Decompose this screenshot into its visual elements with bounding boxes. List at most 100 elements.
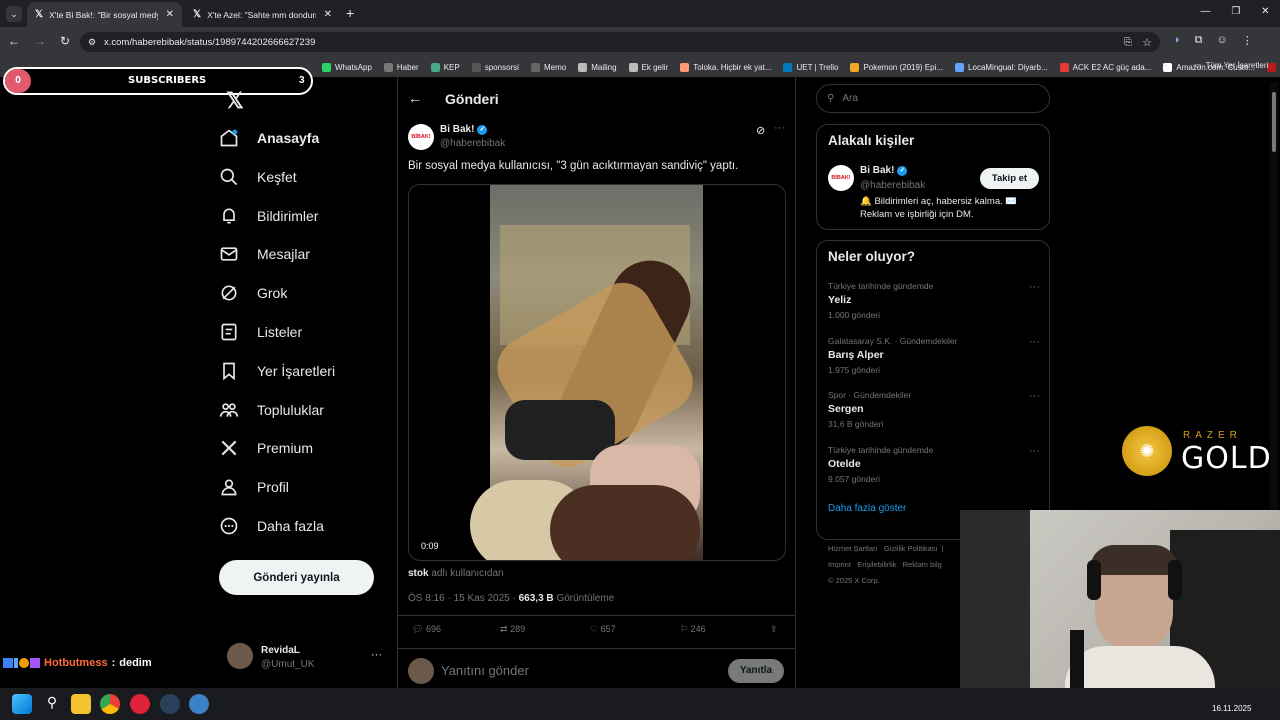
nav-item-grok[interactable]: Grok <box>219 283 287 303</box>
footer-link[interactable]: Imprint <box>828 560 851 569</box>
bookmark-item[interactable]: Toloka. Hiçbir ek yat... <box>680 62 771 72</box>
nav-item-list[interactable]: Listeler <box>219 322 302 342</box>
trend-item[interactable]: Türkiye tarihinde gündemde Otelde 9.057 gö… <box>828 445 1040 484</box>
close-tab-icon[interactable]: ✕ <box>316 9 332 20</box>
nav-item-search[interactable]: Keşfet <box>219 167 297 187</box>
post-more-icon[interactable]: ··· <box>774 122 785 134</box>
site-info-icon[interactable]: ⚙ <box>88 37 96 48</box>
account-more-icon[interactable]: ··· <box>371 649 382 661</box>
bookmark-item[interactable]: Kılavuzlar | Anadolu... <box>1267 62 1280 72</box>
maximize-icon[interactable]: ❐ <box>1231 6 1240 17</box>
menu-dots-icon[interactable]: ⋮ <box>1242 34 1253 47</box>
nav-item-user[interactable]: Profil <box>219 477 289 497</box>
author-name[interactable]: Bi Bak! ✓ <box>440 124 488 135</box>
follow-button[interactable]: Takip et <box>980 168 1039 189</box>
browser-tab-active[interactable]: 𝕏 X'te Bi Bak!: "Bir sosyal medya k ✕ <box>27 2 182 27</box>
author-handle[interactable]: @haberebibak <box>440 138 505 149</box>
author-avatar[interactable]: BİBAK! <box>408 124 434 150</box>
scrollbar-thumb[interactable] <box>1272 92 1276 152</box>
nav-label: Grok <box>257 285 288 302</box>
back-icon[interactable]: ← <box>8 34 20 48</box>
opera-icon[interactable] <box>130 694 150 714</box>
browser-tab[interactable]: 𝕏 X'te Azel: "Sahte mm dondurm ✕ <box>185 2 340 27</box>
nav-item-people[interactable]: Topluluklar <box>219 400 324 420</box>
bookmark-item[interactable]: Haber <box>383 62 419 72</box>
bookmark-item[interactable]: Memo <box>530 62 566 72</box>
bookmark-item[interactable]: LocaMingual: Diyarb... <box>955 62 1048 72</box>
footer-link[interactable]: Gizlilik Politikası <box>884 544 938 553</box>
back-arrow-icon[interactable]: ← <box>408 90 422 106</box>
x-logo-icon[interactable]: 𝕏 <box>226 88 244 114</box>
reply-action[interactable]: 💬︎ 696 <box>412 624 441 635</box>
extension-icon[interactable]: ◗ <box>1174 34 1181 47</box>
footer-link[interactable]: Erişilebilirlik <box>857 560 896 569</box>
chat-separator: : <box>111 657 116 669</box>
razer-gold-logo: ✺ <box>1122 426 1172 476</box>
puzzle-icon[interactable]: ⧉ <box>1195 34 1203 47</box>
new-tab-button[interactable]: + <box>346 5 354 21</box>
view-count: 663,3 B <box>518 593 554 604</box>
bookmarks-more[interactable]: » <box>1162 60 1168 71</box>
bookmark-item[interactable]: sponsorsi <box>471 62 519 72</box>
show-more-link[interactable]: Daha fazla göster <box>828 503 906 514</box>
reload-icon[interactable]: ↻ <box>60 34 70 48</box>
bookmark-favicon-icon <box>471 62 481 72</box>
bookmark-action[interactable]: ⚐ 246 <box>680 624 706 635</box>
nav-item-bell[interactable]: Bildirimler <box>219 206 318 226</box>
credit-user[interactable]: stok <box>408 568 429 579</box>
profile-avatar-icon[interactable]: ☺ <box>1217 34 1228 47</box>
trend-more-icon[interactable]: ··· <box>1029 336 1040 348</box>
bookmark-item[interactable]: Ek gelir <box>628 62 668 72</box>
trend-item[interactable]: Spor · Gündemdekiler Sergen 31,6 B gönderi… <box>828 390 1040 429</box>
close-window-icon[interactable]: ✕ <box>1261 6 1269 17</box>
install-app-icon[interactable]: ⎘ <box>1124 37 1132 48</box>
bookmark-item[interactable]: KEP <box>430 62 460 72</box>
repost-action[interactable]: ⇄ 289 <box>500 624 525 635</box>
person-handle[interactable]: @haberebibak <box>860 180 925 191</box>
video-player[interactable]: 0:09 <box>408 184 786 561</box>
bookmark-item[interactable]: WhatsApp <box>322 62 372 72</box>
minimize-icon[interactable]: — <box>1200 6 1210 17</box>
close-tab-icon[interactable]: ✕ <box>158 9 174 20</box>
bookmark-item[interactable]: ACK E2 AC güç ada... <box>1059 62 1151 72</box>
search-box[interactable]: ⚲ Ara <box>816 84 1050 113</box>
all-bookmarks[interactable]: ▭ Tüm Yer İşaretleri <box>1194 61 1268 70</box>
footer-link[interactable]: Reklam bilg <box>903 560 942 569</box>
tab-search-button[interactable]: ⌄ <box>6 6 22 22</box>
reply-input[interactable]: Yanıtını gönder <box>441 663 711 678</box>
chrome-icon[interactable] <box>100 694 120 714</box>
windows-start-icon[interactable] <box>12 694 32 714</box>
trend-more-icon[interactable]: ··· <box>1029 390 1040 402</box>
bookmark-item[interactable]: Mailing <box>578 62 617 72</box>
nav-item-x[interactable]: Premium <box>219 438 313 458</box>
post-time[interactable]: ÖS 8:16 · 15 Kas 2025 · <box>408 593 516 604</box>
file-explorer-icon[interactable] <box>71 694 91 714</box>
url-bar[interactable]: ⚙ x.com/haberebibak/status/1989744202666… <box>80 32 1160 52</box>
steam-icon[interactable] <box>160 694 180 714</box>
star-icon[interactable]: ☆ <box>1142 36 1152 49</box>
forward-icon[interactable]: → <box>34 34 46 48</box>
nav-item-mail[interactable]: Mesajlar <box>219 244 310 264</box>
app-icon[interactable] <box>189 694 209 714</box>
reply-button[interactable]: Yanıtla <box>728 659 784 683</box>
person-name[interactable]: Bi Bak! ✓ <box>860 165 908 176</box>
trend-item[interactable]: Türkiye tarihinde gündemde Yeliz 1.000 gön… <box>828 281 1040 320</box>
bookmark-item[interactable]: Pokemon (2019) Epi... <box>850 62 943 72</box>
nav-item-more[interactable]: Daha fazla <box>219 516 324 536</box>
bookmark-item[interactable]: UET | Trello <box>783 62 838 72</box>
share-icon[interactable]: ⇪ <box>770 624 778 635</box>
account-switcher[interactable]: RevidaL @Umut_UK ··· <box>227 643 387 675</box>
grok-icon[interactable]: ⊘ <box>756 124 765 137</box>
person-avatar[interactable]: BİBAK! <box>828 165 854 191</box>
trend-item[interactable]: Galatasaray S.K. · Gündemdekiler Barış Al… <box>828 336 1040 375</box>
bookmark-favicon-icon <box>850 62 860 72</box>
nav-item-bookmark[interactable]: Yer İşaretleri <box>219 361 335 381</box>
nav-item-home[interactable]: Anasayfa <box>219 128 319 148</box>
footer-link[interactable]: Hizmet Şartları <box>828 544 878 553</box>
search-taskbar-icon[interactable]: ⚲ <box>42 694 62 714</box>
trend-more-icon[interactable]: ··· <box>1029 281 1040 293</box>
credit-rest: adlı kullanıcıdan <box>431 568 504 579</box>
like-action[interactable]: ♡ 657 <box>590 624 616 635</box>
post-button[interactable]: Gönderi yayınla <box>219 560 374 595</box>
trend-more-icon[interactable]: ··· <box>1029 445 1040 457</box>
